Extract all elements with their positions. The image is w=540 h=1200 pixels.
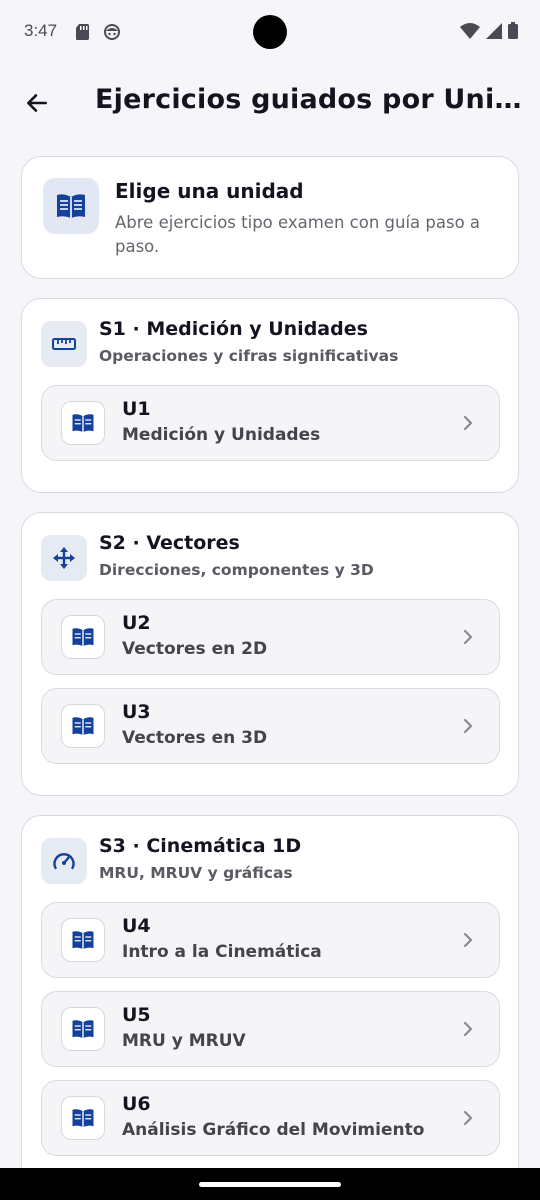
intro-card: Elige una unidad Abre ejercicios tipo ex… <box>21 156 519 279</box>
unit-code: U4 <box>122 915 151 937</box>
unit-name: Vectores en 3D <box>122 728 268 748</box>
unit-name: MRU y MRUV <box>122 1031 246 1051</box>
book-icon <box>61 615 105 659</box>
wifi-icon <box>460 22 480 39</box>
book-icon <box>61 1096 105 1140</box>
battery-icon <box>508 22 518 39</box>
chevron-right-icon <box>463 932 473 948</box>
section-subtitle: Direcciones, componentes y 3D <box>99 561 374 579</box>
book-icon <box>61 401 105 445</box>
move-arrows-icon <box>41 535 87 581</box>
unit-name: Medición y Unidades <box>122 425 321 445</box>
status-bar: 3:47 <box>0 0 540 64</box>
unit-item-u6[interactable]: U6 Análisis Gráfico del Movimiento <box>41 1080 500 1156</box>
chevron-right-icon <box>463 629 473 645</box>
unit-code: U3 <box>122 701 151 723</box>
unit-code: U6 <box>122 1093 151 1115</box>
ruler-icon <box>41 321 87 367</box>
unit-item-u2[interactable]: U2 Vectores en 2D <box>41 599 500 675</box>
app-bar: Ejercicios guiados por Unidad <box>0 72 540 132</box>
unit-name: Análisis Gráfico del Movimiento <box>122 1120 425 1140</box>
section-card-s3: S3 · Cinemática 1D MRU, MRUV y gráficas … <box>21 815 519 1200</box>
unit-code: U2 <box>122 612 151 634</box>
unit-code: U1 <box>122 398 151 420</box>
arrow-back-icon <box>27 94 47 112</box>
status-time: 3:47 <box>24 21 58 40</box>
intro-description: Abre ejercicios tipo examen con guía pas… <box>115 213 481 256</box>
unit-name: Vectores en 2D <box>122 639 268 659</box>
chevron-right-icon <box>463 415 473 431</box>
chevron-right-icon <box>463 1110 473 1126</box>
book-icon <box>43 178 99 234</box>
book-icon <box>61 918 105 962</box>
section-card-s1: S1 · Medición y Unidades Operaciones y c… <box>21 298 519 493</box>
back-button[interactable] <box>18 84 56 122</box>
intro-title: Elige una unidad <box>115 179 304 203</box>
unit-name: Intro a la Cinemática <box>122 942 322 962</box>
section-title: S1 · Medición y Unidades <box>99 318 368 340</box>
speedometer-icon <box>41 838 87 884</box>
unit-item-u4[interactable]: U4 Intro a la Cinemática <box>41 902 500 978</box>
book-icon <box>61 1007 105 1051</box>
assistant-icon <box>103 23 121 45</box>
signal-icon <box>486 22 502 39</box>
chevron-right-icon <box>463 718 473 734</box>
section-card-s2: S2 · Vectores Direcciones, componentes y… <box>21 512 519 796</box>
unit-item-u5[interactable]: U5 MRU y MRUV <box>41 991 500 1067</box>
sd-card-icon <box>76 24 90 44</box>
section-title: S2 · Vectores <box>99 532 240 554</box>
page-title: Ejercicios guiados por Unidad <box>95 84 525 115</box>
section-subtitle: MRU, MRUV y gráficas <box>99 864 293 882</box>
navigation-bar <box>0 1168 540 1200</box>
section-title: S3 · Cinemática 1D <box>99 835 302 857</box>
book-icon <box>61 704 105 748</box>
section-subtitle: Operaciones y cifras significativas <box>99 347 399 365</box>
unit-item-u3[interactable]: U3 Vectores en 3D <box>41 688 500 764</box>
camera-cutout <box>253 15 287 49</box>
home-handle[interactable] <box>199 1182 341 1187</box>
unit-code: U5 <box>122 1004 151 1026</box>
chevron-right-icon <box>463 1021 473 1037</box>
unit-item-u1[interactable]: U1 Medición y Unidades <box>41 385 500 461</box>
